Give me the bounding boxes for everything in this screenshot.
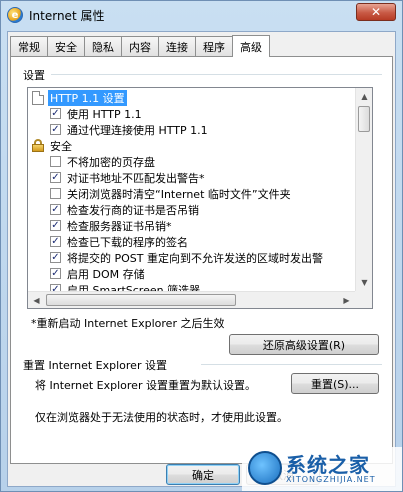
tree-header-label: HTTP 1.1 设置 <box>47 88 128 107</box>
tree-header-label: 安全 <box>50 139 72 153</box>
setting-label: 启用 SmartScreen 筛选器 <box>67 283 201 292</box>
setting-label: 检查发行商的证书是否吊销 <box>67 203 199 217</box>
setting-server-cert-revocation[interactable]: ✓ 检查服务器证书吊销* <box>50 218 174 233</box>
restore-advanced-settings-button[interactable]: 还原高级设置(R) <box>229 334 379 355</box>
vertical-scrollbar[interactable]: ▲ ▼ <box>355 88 372 291</box>
reset-description: 将 Internet Explorer 设置重置为默认设置。 <box>35 379 256 392</box>
tab-programs[interactable]: 程序 <box>195 36 233 56</box>
settings-group-label: 设置 <box>23 69 45 82</box>
tab-privacy[interactable]: 隐私 <box>84 36 122 56</box>
checkbox[interactable]: ✓ <box>50 204 61 215</box>
setting-enable-smartscreen[interactable]: ✓ 启用 SmartScreen 筛选器 <box>50 282 202 291</box>
checkbox[interactable]: ✓ <box>50 268 61 279</box>
advanced-tab-panel: 设置 HTTP 1.1 设置 ✓ 使用 HTTP 1.1 ✓ 通过代理连接使用 … <box>10 56 393 464</box>
internet-properties-window: e Internet 属性 ✕ 常规 安全 隐私 内容 连接 程序 高级 设置 … <box>0 0 403 492</box>
checkbox[interactable] <box>50 188 61 199</box>
scroll-right-arrow-icon[interactable]: ▶ <box>338 292 355 308</box>
settings-tree-list: HTTP 1.1 设置 ✓ 使用 HTTP 1.1 ✓ 通过代理连接使用 HTT… <box>28 88 355 291</box>
setting-publisher-cert-revocation[interactable]: ✓ 检查发行商的证书是否吊销 <box>50 202 201 217</box>
tab-general[interactable]: 常规 <box>10 36 48 56</box>
setting-label: 使用 HTTP 1.1 <box>67 107 142 121</box>
setting-check-download-signatures[interactable]: ✓ 检查已下载的程序的签名 <box>50 234 190 249</box>
checkbox[interactable]: ✓ <box>50 220 61 231</box>
window-title: Internet 属性 <box>29 8 105 23</box>
setting-cert-mismatch-warning[interactable]: ✓ 对证书地址不匹配发出警告* <box>50 170 207 185</box>
dialog-client-area: 常规 安全 隐私 内容 连接 程序 高级 设置 HTTP 1.1 设置 ✓ 使用 <box>7 31 396 487</box>
reset-group-label: 重置 Internet Explorer 设置 <box>23 359 167 372</box>
scroll-down-arrow-icon[interactable]: ▼ <box>356 274 372 291</box>
horizontal-scrollbar[interactable]: ◀ ▶ <box>28 291 355 308</box>
close-button[interactable]: ✕ <box>356 3 396 21</box>
title-bar[interactable]: e Internet 属性 ✕ <box>1 1 402 29</box>
internet-explorer-icon: e <box>7 7 23 23</box>
horizontal-scroll-thumb[interactable] <box>46 294 236 306</box>
setting-proxy-http11[interactable]: ✓ 通过代理连接使用 HTTP 1.1 <box>50 122 210 137</box>
setting-no-save-encrypted[interactable]: 不将加密的页存盘 <box>50 154 157 169</box>
checkbox[interactable]: ✓ <box>50 172 61 183</box>
checkbox[interactable]: ✓ <box>50 284 61 291</box>
tree-header-security[interactable]: 安全 <box>32 138 74 153</box>
house-logo-icon <box>248 451 282 485</box>
setting-enable-dom-storage[interactable]: ✓ 启用 DOM 存储 <box>50 266 147 281</box>
checkbox[interactable]: ✓ <box>50 236 61 247</box>
close-icon: ✕ <box>370 5 382 19</box>
tab-strip: 常规 安全 隐私 内容 连接 程序 高级 <box>10 34 270 57</box>
watermark-title: 系统之家 <box>286 453 370 477</box>
setting-label: 通过代理连接使用 HTTP 1.1 <box>67 123 208 137</box>
ok-button[interactable]: 确定 <box>166 464 240 485</box>
tree-header-http[interactable]: HTTP 1.1 设置 <box>32 88 128 107</box>
settings-group-divider <box>51 74 382 75</box>
setting-label: 对证书地址不匹配发出警告* <box>67 171 205 185</box>
setting-label: 检查已下载的程序的签名 <box>67 235 188 249</box>
settings-tree[interactable]: HTTP 1.1 设置 ✓ 使用 HTTP 1.1 ✓ 通过代理连接使用 HTT… <box>27 87 373 309</box>
vertical-scroll-thumb[interactable] <box>358 106 370 132</box>
scroll-corner <box>355 291 372 308</box>
lock-icon <box>32 139 44 152</box>
checkbox[interactable]: ✓ <box>50 252 61 263</box>
tab-connections[interactable]: 连接 <box>158 36 196 56</box>
tab-advanced[interactable]: 高级 <box>232 35 270 57</box>
scroll-left-arrow-icon[interactable]: ◀ <box>28 292 45 308</box>
tab-content[interactable]: 内容 <box>121 36 159 56</box>
scroll-up-arrow-icon[interactable]: ▲ <box>356 88 372 105</box>
document-icon <box>32 90 44 105</box>
setting-label: 启用 DOM 存储 <box>67 267 145 281</box>
watermark-subtitle: XITONGZHIJIA.NET <box>286 475 376 484</box>
setting-empty-temp-files[interactable]: 关闭浏览器时清空“Internet 临时文件”文件夹 <box>50 186 293 201</box>
checkbox[interactable]: ✓ <box>50 124 61 135</box>
restart-note: *重新启动 Internet Explorer 之后生效 <box>31 317 225 330</box>
setting-label: 不将加密的页存盘 <box>67 155 155 169</box>
reset-group-divider <box>201 364 382 365</box>
tab-security[interactable]: 安全 <box>47 36 85 56</box>
site-watermark: 系统之家 XITONGZHIJIA.NET <box>242 447 402 491</box>
setting-label: 检查服务器证书吊销* <box>67 219 172 233</box>
reset-note: 仅在浏览器处于无法使用的状态时，才使用此设置。 <box>35 411 288 424</box>
reset-button[interactable]: 重置(S)... <box>291 373 379 394</box>
setting-label: 关闭浏览器时清空“Internet 临时文件”文件夹 <box>67 187 291 201</box>
setting-use-http11[interactable]: ✓ 使用 HTTP 1.1 <box>50 106 144 121</box>
checkbox[interactable]: ✓ <box>50 108 61 119</box>
checkbox[interactable] <box>50 156 61 167</box>
setting-post-redirect-warning[interactable]: ✓ 将提交的 POST 重定向到不允许发送的区域时发出警 <box>50 250 325 265</box>
setting-label: 将提交的 POST 重定向到不允许发送的区域时发出警 <box>67 251 323 265</box>
